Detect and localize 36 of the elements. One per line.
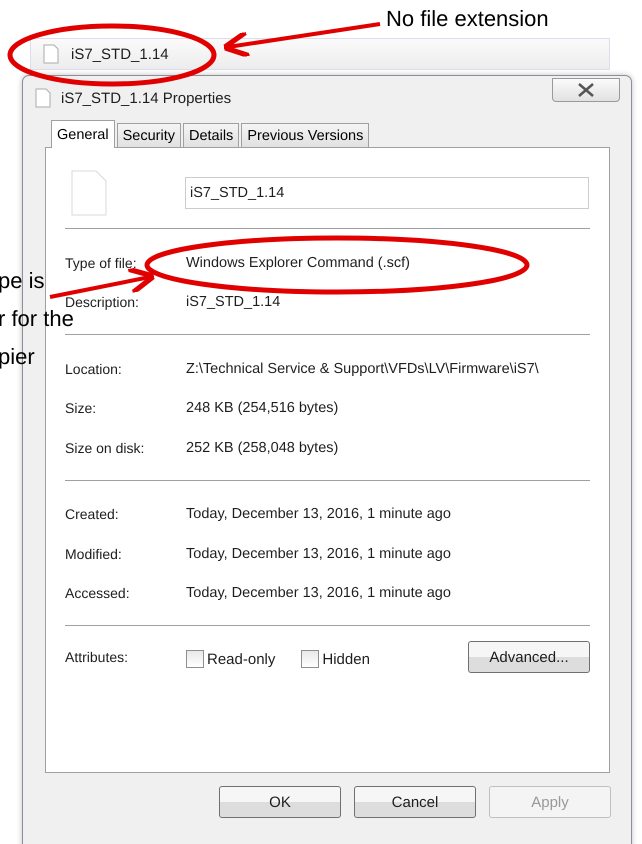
explorer-row[interactable]: iS7_STD_1.14 [30,38,610,70]
property-label: Size: [65,400,98,416]
callout-text: No file extension [386,6,549,32]
property-value: Today, December 13, 2016, 1 minute ago [186,585,451,602]
file-icon [43,44,59,64]
advanced-button[interactable]: Advanced... [468,641,590,673]
tab[interactable]: General [51,120,115,148]
property-label: Type of file: [65,254,138,271]
tab[interactable]: Security [116,123,181,147]
property-label: Size on disk: [65,440,146,456]
close-icon [576,83,596,97]
property-label: Location: [65,360,123,377]
file-icon [71,170,107,216]
tab[interactable]: Previous Versions [241,123,370,147]
property-value: iS7_STD_1.14 [186,294,280,310]
property-value: 248 KB (254,516 bytes) [186,400,338,416]
checkbox[interactable]: Read-only [186,650,276,668]
property-label: Created: [65,506,120,522]
dialog-button[interactable]: Cancel [354,786,476,818]
file-name: iS7_STD_1.14 [71,46,169,62]
property-label: Attributes: [65,649,130,665]
file-name-field[interactable]: iS7_STD_1.14 [185,177,589,209]
window-title: iS7_STD_1.14 Properties [61,90,232,106]
property-value: Windows Explorer Command (.scf) [186,254,410,271]
dialog-button[interactable]: OK [219,786,341,818]
property-value: Today, December 13, 2016, 1 minute ago [186,506,451,522]
property-value: 252 KB (258,048 bytes) [186,440,338,456]
property-label: Accessed: [65,585,131,602]
property-label: Description: [65,294,140,310]
property-value: Today, December 13, 2016, 1 minute ago [186,546,451,562]
tab[interactable]: Details [182,123,240,147]
property-label: Modified: [65,546,123,562]
checkbox[interactable]: Hidden [301,650,370,668]
file-icon [35,88,51,108]
close-button[interactable] [552,78,620,102]
property-value: Z:\Technical Service & Support\VFDs\LV\Firmware\iS7\ [186,360,539,377]
